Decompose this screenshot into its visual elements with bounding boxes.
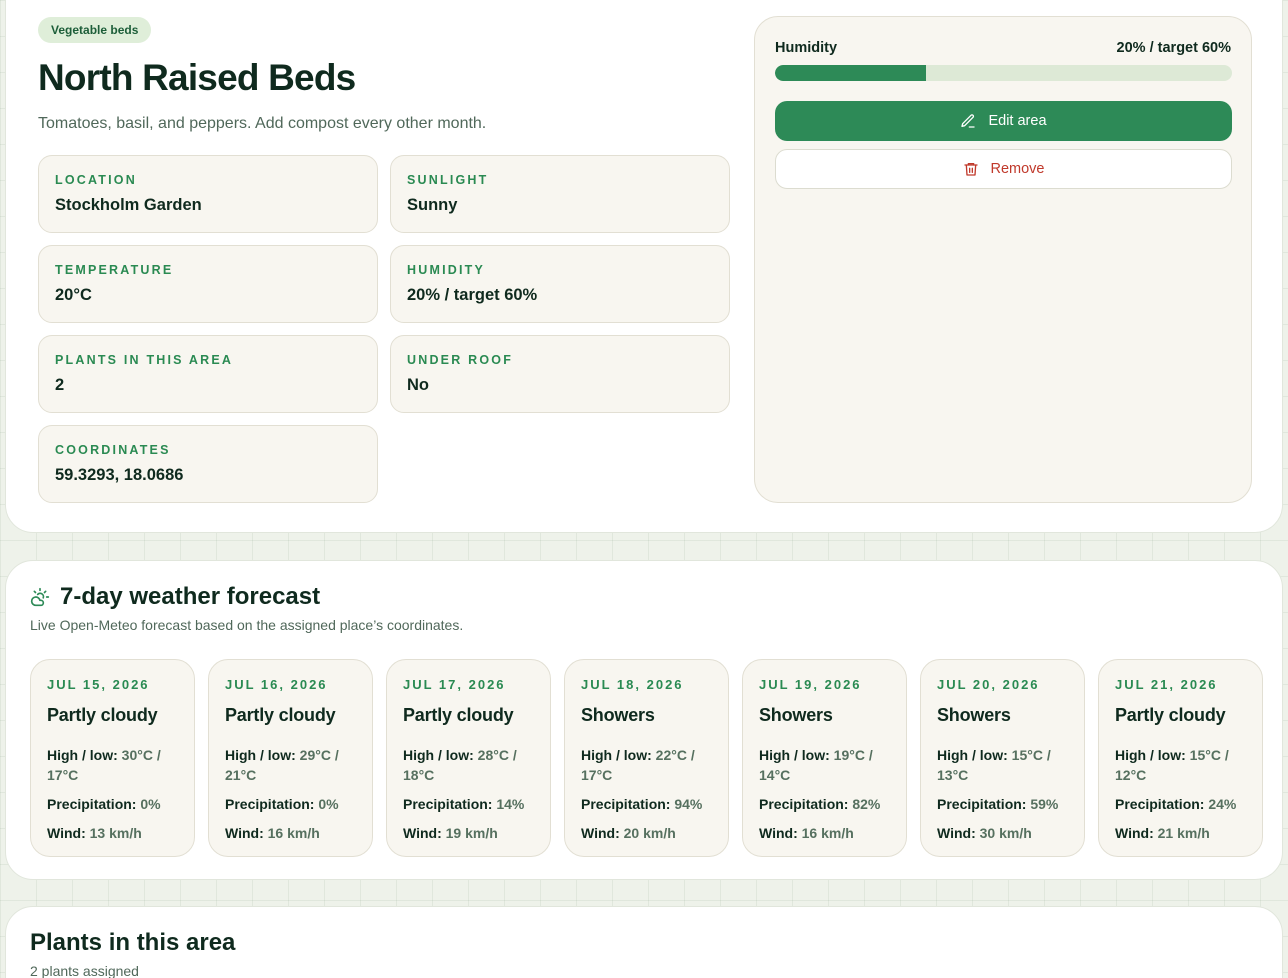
- forecast-precipitation: Precipitation: 0%: [225, 796, 339, 812]
- info-label: UNDER ROOF: [407, 353, 514, 367]
- edit-area-button[interactable]: Edit area: [775, 101, 1232, 141]
- forecast-day-card: JUL 18, 2026 Showers High / low: 22°C / …: [564, 659, 729, 857]
- forecast-precipitation: Precipitation: 94%: [581, 796, 703, 812]
- trash-icon: [963, 163, 978, 176]
- humidity-progress-fill: [775, 65, 926, 81]
- forecast-day-card: JUL 20, 2026 Showers High / low: 15°C / …: [920, 659, 1085, 857]
- forecast-condition: Partly cloudy: [403, 705, 514, 725]
- info-value: No: [407, 376, 429, 394]
- forecast-high-low: High / low: 15°C / 13°C: [937, 747, 1051, 783]
- forecast-condition: Showers: [581, 705, 655, 725]
- forecast-date: JUL 15, 2026: [47, 677, 150, 692]
- page-title: North Raised Beds: [38, 57, 356, 98]
- forecast-condition: Partly cloudy: [47, 705, 158, 725]
- info-tile-under-roof: UNDER ROOF No: [390, 335, 730, 413]
- forecast-subtitle: Live Open-Meteo forecast based on the as…: [30, 617, 464, 633]
- info-label: TEMPERATURE: [55, 263, 174, 277]
- humidity-value: 20% / target 60%: [1116, 40, 1231, 56]
- info-tile-plant-count: PLANTS IN THIS AREA 2: [38, 335, 378, 413]
- info-tile-location: LOCATION Stockholm Garden: [38, 155, 378, 233]
- forecast-high-low: High / low: 28°C / 18°C: [403, 747, 517, 783]
- humidity-label: Humidity: [775, 40, 838, 56]
- remove-area-label: Remove: [990, 161, 1045, 177]
- info-label: SUNLIGHT: [407, 173, 489, 187]
- forecast-high-low: High / low: 19°C / 14°C: [759, 747, 873, 783]
- forecast-date: JUL 17, 2026: [403, 677, 506, 692]
- info-value: 2: [55, 376, 65, 394]
- forecast-wind: Wind: 16 km/h: [759, 825, 854, 841]
- forecast-date: JUL 21, 2026: [1115, 677, 1218, 692]
- forecast-precipitation: Precipitation: 14%: [403, 796, 525, 812]
- edit-area-label: Edit area: [988, 113, 1047, 129]
- forecast-day-card: JUL 19, 2026 Showers High / low: 19°C / …: [742, 659, 907, 857]
- info-value: 20% / target 60%: [407, 286, 538, 304]
- forecast-day-card: JUL 15, 2026 Partly cloudy High / low: 3…: [30, 659, 195, 857]
- partly-cloudy-icon: [30, 587, 50, 607]
- forecast-date: JUL 19, 2026: [759, 677, 862, 692]
- area-description: Tomatoes, basil, and peppers. Add compos…: [38, 115, 487, 132]
- forecast-high-low: High / low: 29°C / 21°C: [225, 747, 339, 783]
- forecast-precipitation: Precipitation: 0%: [47, 796, 161, 812]
- forecast-condition: Showers: [759, 705, 833, 725]
- forecast-condition: Partly cloudy: [225, 705, 336, 725]
- forecast-condition: Showers: [937, 705, 1011, 725]
- info-value: Sunny: [407, 196, 458, 214]
- info-value: Stockholm Garden: [55, 196, 202, 214]
- info-value: 20°C: [55, 286, 92, 304]
- forecast-wind: Wind: 20 km/h: [581, 825, 676, 841]
- forecast-precipitation: Precipitation: 59%: [937, 796, 1059, 812]
- forecast-high-low: High / low: 22°C / 17°C: [581, 747, 695, 783]
- info-label: HUMIDITY: [407, 263, 486, 277]
- info-tile-coordinates: COORDINATES 59.3293, 18.0686: [38, 425, 378, 503]
- forecast-condition: Partly cloudy: [1115, 705, 1226, 725]
- area-info-grid: LOCATION Stockholm Garden SUNLIGHT Sunny…: [38, 155, 730, 503]
- info-label: COORDINATES: [55, 443, 171, 457]
- forecast-wind: Wind: 30 km/h: [937, 825, 1032, 841]
- forecast-header: 7-day weather forecast: [30, 583, 320, 611]
- forecast-day-list: JUL 15, 2026 Partly cloudy High / low: 3…: [30, 659, 1263, 857]
- forecast-day-card: JUL 17, 2026 Partly cloudy High / low: 2…: [386, 659, 551, 857]
- info-value: 59.3293, 18.0686: [55, 466, 184, 484]
- forecast-title: 7-day weather forecast: [60, 583, 321, 610]
- forecast-date: JUL 16, 2026: [225, 677, 328, 692]
- humidity-progress-bar: [775, 65, 1232, 81]
- info-tile-temperature: TEMPERATURE 20°C: [38, 245, 378, 323]
- forecast-day-card: JUL 16, 2026 Partly cloudy High / low: 2…: [208, 659, 373, 857]
- forecast-precipitation: Precipitation: 82%: [759, 796, 881, 812]
- forecast-high-low: High / low: 30°C / 17°C: [47, 747, 161, 783]
- plants-count-text: 2 plants assigned: [30, 963, 139, 978]
- forecast-wind: Wind: 13 km/h: [47, 825, 142, 841]
- pencil-icon: [961, 114, 976, 128]
- remove-area-button[interactable]: Remove: [775, 149, 1232, 189]
- forecast-high-low: High / low: 15°C / 12°C: [1115, 747, 1229, 783]
- forecast-date: JUL 20, 2026: [937, 677, 1040, 692]
- forecast-wind: Wind: 19 km/h: [403, 825, 498, 841]
- info-label: PLANTS IN THIS AREA: [55, 353, 234, 367]
- info-label: LOCATION: [55, 173, 137, 187]
- forecast-day-card: JUL 21, 2026 Partly cloudy High / low: 1…: [1098, 659, 1263, 857]
- info-tile-sunlight: SUNLIGHT Sunny: [390, 155, 730, 233]
- area-side-panel: Humidity 20% / target 60% Edit area Remo…: [754, 16, 1252, 503]
- area-type-badge: Vegetable beds: [38, 17, 152, 43]
- weather-forecast-card: 7-day weather forecast Live Open-Meteo f…: [5, 560, 1283, 880]
- forecast-date: JUL 18, 2026: [581, 677, 684, 692]
- area-detail-card: Vegetable beds North Raised Beds Tomatoe…: [5, 0, 1283, 533]
- info-tile-humidity: HUMIDITY 20% / target 60%: [390, 245, 730, 323]
- forecast-precipitation: Precipitation: 24%: [1115, 796, 1237, 812]
- plants-section-title: Plants in this area: [30, 929, 236, 956]
- forecast-wind: Wind: 16 km/h: [225, 825, 320, 841]
- plants-in-area-card: Plants in this area 2 plants assigned: [5, 906, 1283, 978]
- forecast-wind: Wind: 21 km/h: [1115, 825, 1210, 841]
